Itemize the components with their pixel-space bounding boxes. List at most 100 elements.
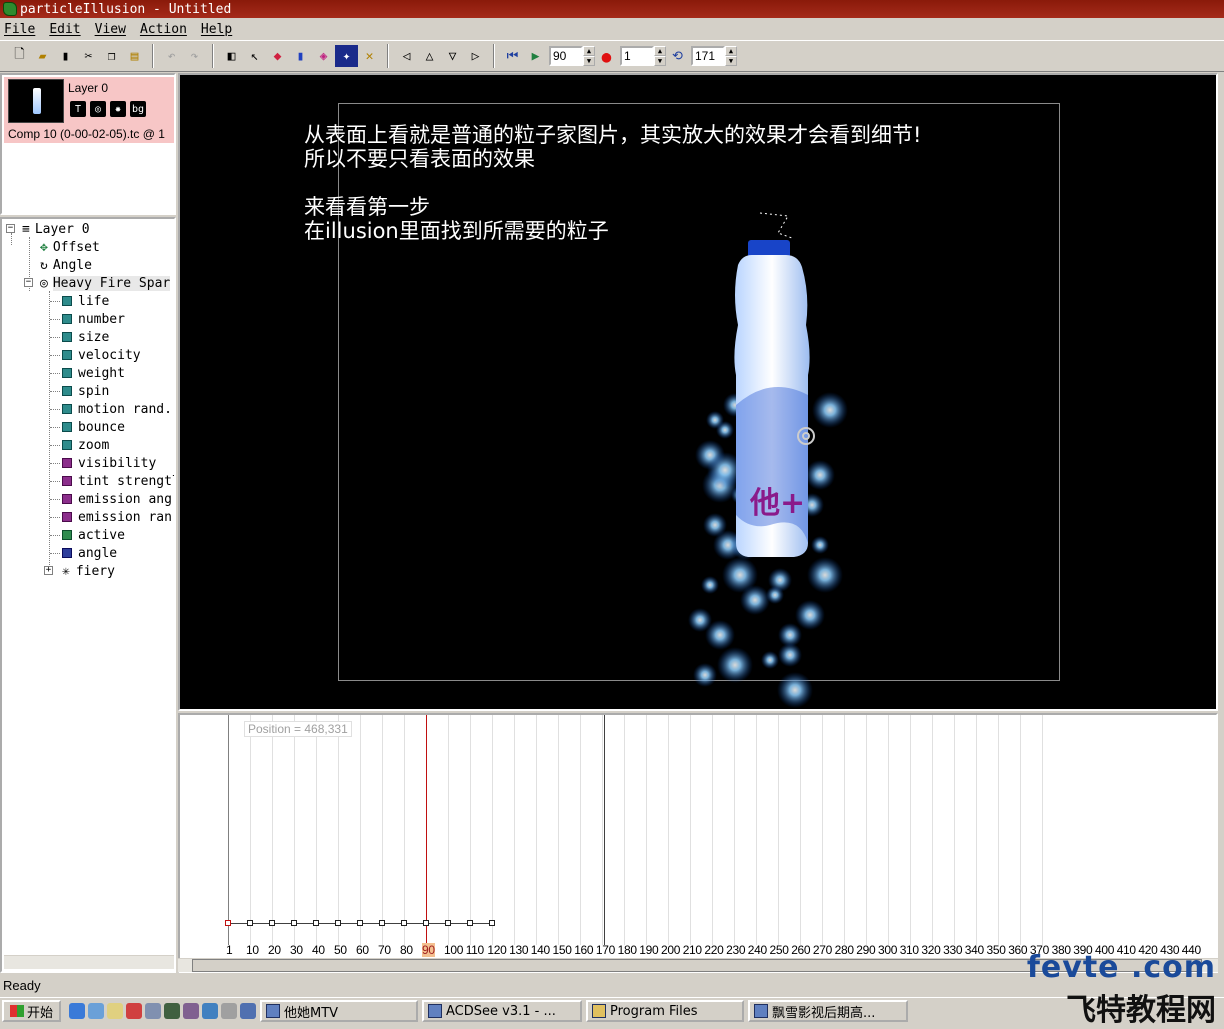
copy-icon[interactable]: ❐ bbox=[100, 45, 123, 67]
tree-fiery[interactable]: ✳ fiery bbox=[62, 562, 115, 580]
tree-param[interactable]: motion rand. bbox=[62, 400, 172, 418]
keyframe[interactable] bbox=[489, 920, 495, 926]
play-icon[interactable]: ▶ bbox=[524, 45, 547, 67]
frame-down-arrow[interactable]: ▼ bbox=[583, 56, 595, 66]
loop-up-arrow[interactable]: ▲ bbox=[725, 46, 737, 56]
keyframe[interactable] bbox=[269, 920, 275, 926]
keyframe[interactable] bbox=[225, 920, 231, 926]
keyframe[interactable] bbox=[313, 920, 319, 926]
menu-file[interactable]: File bbox=[4, 22, 35, 37]
select-arrow-icon[interactable]: ↖ bbox=[243, 45, 266, 67]
tree-expander[interactable]: + bbox=[44, 566, 53, 575]
undo-icon[interactable]: ↶ bbox=[160, 45, 183, 67]
keyframe[interactable] bbox=[445, 920, 451, 926]
loop-down-arrow[interactable]: ▼ bbox=[725, 56, 737, 66]
deflector-icon[interactable]: ◆ bbox=[266, 45, 289, 67]
target-icon[interactable]: ◎ bbox=[90, 101, 106, 117]
tree-layer-root[interactable]: ≡ Layer 0 bbox=[22, 220, 90, 238]
loop-icon[interactable]: ⟲ bbox=[666, 45, 689, 67]
nudge-right-icon[interactable]: ▷ bbox=[464, 45, 487, 67]
keyframe[interactable] bbox=[423, 920, 429, 926]
tree-param[interactable]: zoom bbox=[62, 436, 109, 454]
media-icon[interactable] bbox=[126, 1003, 143, 1019]
task-acdsee[interactable]: ACDSee v3.1 - ... bbox=[422, 1000, 583, 1022]
tree-expander[interactable]: − bbox=[6, 224, 15, 233]
menu-action[interactable]: Action bbox=[140, 22, 187, 37]
outlook-icon[interactable] bbox=[88, 1003, 105, 1019]
tree-param[interactable]: weight bbox=[62, 364, 125, 382]
record-icon[interactable]: ● bbox=[595, 45, 618, 67]
tree-param[interactable]: emission ran; bbox=[62, 508, 174, 526]
text-icon[interactable]: T bbox=[70, 101, 86, 117]
tree-param[interactable]: spin bbox=[62, 382, 109, 400]
tree-param[interactable]: active bbox=[62, 526, 125, 544]
blocker-icon[interactable]: ▮ bbox=[289, 45, 312, 67]
layer-card[interactable]: Layer 0 T ◎ ✸ bg Comp 10 (0-00-02-05).tc… bbox=[4, 77, 174, 143]
loop-input[interactable] bbox=[691, 46, 725, 66]
tick-label: 270 bbox=[812, 943, 833, 957]
keyframe[interactable] bbox=[291, 920, 297, 926]
tree-param[interactable]: size bbox=[62, 328, 109, 346]
start-button[interactable]: 开始 bbox=[2, 1000, 62, 1022]
tree-offset[interactable]: ✥ Offset bbox=[40, 238, 100, 256]
tree-scrollbar[interactable] bbox=[4, 955, 174, 969]
stage-canvas[interactable]: 从表面上看就是普通的粒子家图片，其实放大的效果才会看到细节! 所以不要只看表面的… bbox=[178, 73, 1218, 711]
task-browser[interactable]: 飘雪影视后期高... bbox=[748, 1000, 909, 1022]
keyframe[interactable] bbox=[379, 920, 385, 926]
keyframe[interactable] bbox=[467, 920, 473, 926]
tree-param[interactable]: velocity bbox=[62, 346, 141, 364]
frame-input[interactable] bbox=[549, 46, 583, 66]
background-icon[interactable]: bg bbox=[130, 101, 146, 117]
sparkle bbox=[705, 620, 735, 650]
record-input[interactable] bbox=[620, 46, 654, 66]
tree-angle[interactable]: ↻ Angle bbox=[40, 256, 92, 274]
tree-expander[interactable]: − bbox=[24, 278, 33, 287]
cut-icon[interactable]: ✂ bbox=[77, 45, 100, 67]
nudge-down-icon[interactable]: ▽ bbox=[441, 45, 464, 67]
app-icon[interactable] bbox=[202, 1003, 219, 1019]
nudge-left-icon[interactable]: ◁ bbox=[395, 45, 418, 67]
timeline-panel[interactable]: Position = 468,331 1 10 20 30 40 50 60 70 80 90 10… bbox=[178, 713, 1218, 973]
task-mtv[interactable]: 他她MTV bbox=[260, 1000, 419, 1022]
redo-icon[interactable]: ↷ bbox=[183, 45, 206, 67]
keyframe[interactable] bbox=[247, 920, 253, 926]
force-icon[interactable]: ◈ bbox=[312, 45, 335, 67]
tree-emitter[interactable]: ◎ Heavy Fire Spar bbox=[40, 274, 171, 292]
menu-edit[interactable]: Edit bbox=[49, 22, 80, 37]
app-icon[interactable] bbox=[221, 1003, 238, 1019]
tree-param[interactable]: angle bbox=[62, 544, 117, 562]
stage-icon[interactable]: ✦ bbox=[335, 45, 358, 67]
tree-param[interactable]: number bbox=[62, 310, 125, 328]
open-folder-icon[interactable]: ▰ bbox=[31, 45, 54, 67]
record-up-arrow[interactable]: ▲ bbox=[654, 46, 666, 56]
menu-view[interactable]: View bbox=[95, 22, 126, 37]
record-down-arrow[interactable]: ▼ bbox=[654, 56, 666, 66]
app-icon[interactable] bbox=[164, 1003, 181, 1019]
paste-icon[interactable]: ▤ bbox=[123, 45, 146, 67]
position-tooltip: Position = 468,331 bbox=[244, 721, 352, 737]
app-icon[interactable] bbox=[183, 1003, 200, 1019]
app-icon[interactable] bbox=[240, 1003, 257, 1019]
menu-help[interactable]: Help bbox=[201, 22, 232, 37]
keyframe[interactable] bbox=[401, 920, 407, 926]
tools-icon[interactable]: ✕ bbox=[358, 45, 381, 67]
sun-icon[interactable]: ✸ bbox=[110, 101, 126, 117]
tree-param[interactable]: tint strengtl bbox=[62, 472, 174, 490]
tree-param[interactable]: bounce bbox=[62, 418, 125, 436]
rewind-icon[interactable]: ⏮ bbox=[501, 45, 524, 67]
ie-icon[interactable] bbox=[69, 1003, 86, 1019]
emitter-tool-icon[interactable]: ◧ bbox=[220, 45, 243, 67]
desktop-icon[interactable] bbox=[107, 1003, 124, 1019]
tree-param[interactable]: life bbox=[62, 292, 109, 310]
new-file-icon[interactable]: 🗋 bbox=[8, 45, 31, 67]
app-icon[interactable] bbox=[145, 1003, 162, 1019]
frame-up-arrow[interactable]: ▲ bbox=[583, 46, 595, 56]
nudge-up-icon[interactable]: △ bbox=[418, 45, 441, 67]
keyframe[interactable] bbox=[335, 920, 341, 926]
tree-param[interactable]: emission ang: bbox=[62, 490, 174, 508]
playhead[interactable] bbox=[426, 715, 427, 945]
save-icon[interactable]: ▮ bbox=[54, 45, 77, 67]
keyframe[interactable] bbox=[357, 920, 363, 926]
tree-param[interactable]: visibility bbox=[62, 454, 156, 472]
task-program-files[interactable]: Program Files bbox=[586, 1000, 745, 1022]
